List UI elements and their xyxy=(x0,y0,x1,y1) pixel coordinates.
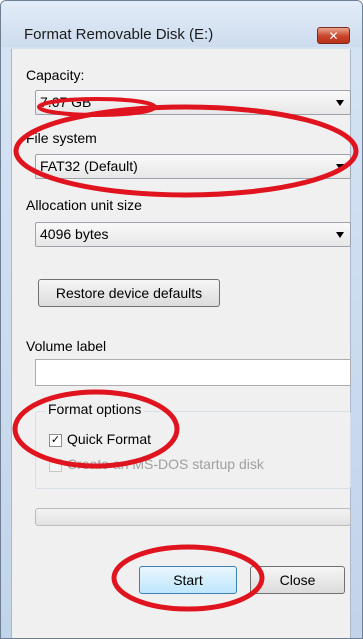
format-dialog: Format Removable Disk (E:) ✕ Capacity: 7… xyxy=(0,0,363,639)
close-icon: ✕ xyxy=(328,28,339,43)
capacity-select[interactable]: 7.67 GB xyxy=(35,90,351,115)
allocation-value: 4096 bytes xyxy=(40,226,109,242)
chevron-down-icon xyxy=(336,100,344,106)
volume-label-label: Volume label xyxy=(26,338,107,354)
file-system-label: File system xyxy=(26,130,97,146)
chevron-down-icon xyxy=(336,164,344,170)
capacity-value: 7.67 GB xyxy=(40,94,92,110)
close-button[interactable]: Close xyxy=(250,566,345,594)
allocation-label: Allocation unit size xyxy=(26,197,142,213)
chevron-down-icon xyxy=(336,232,344,238)
file-system-value: FAT32 (Default) xyxy=(40,158,138,174)
quick-format-label[interactable]: Quick Format xyxy=(67,431,151,447)
file-system-select[interactable]: FAT32 (Default) xyxy=(35,154,351,179)
capacity-label: Capacity: xyxy=(26,67,85,83)
format-options-title: Format options xyxy=(45,401,145,417)
format-options-group xyxy=(35,411,351,489)
window-title: Format Removable Disk (E:) xyxy=(24,26,214,43)
allocation-select[interactable]: 4096 bytes xyxy=(35,222,351,247)
start-button[interactable]: Start xyxy=(139,566,237,594)
msdos-startup-label: Create an MS-DOS startup disk xyxy=(67,456,264,472)
checkmark-icon: ✓ xyxy=(50,434,61,446)
quick-format-checkbox[interactable]: ✓ xyxy=(49,434,62,447)
title-bar[interactable]: Format Removable Disk (E:) ✕ xyxy=(1,1,362,47)
close-window-button[interactable]: ✕ xyxy=(317,27,350,44)
volume-label-input[interactable] xyxy=(35,359,351,386)
restore-defaults-button[interactable]: Restore device defaults xyxy=(38,279,220,307)
format-progress-bar xyxy=(35,508,351,526)
msdos-startup-checkbox[interactable] xyxy=(49,459,62,472)
